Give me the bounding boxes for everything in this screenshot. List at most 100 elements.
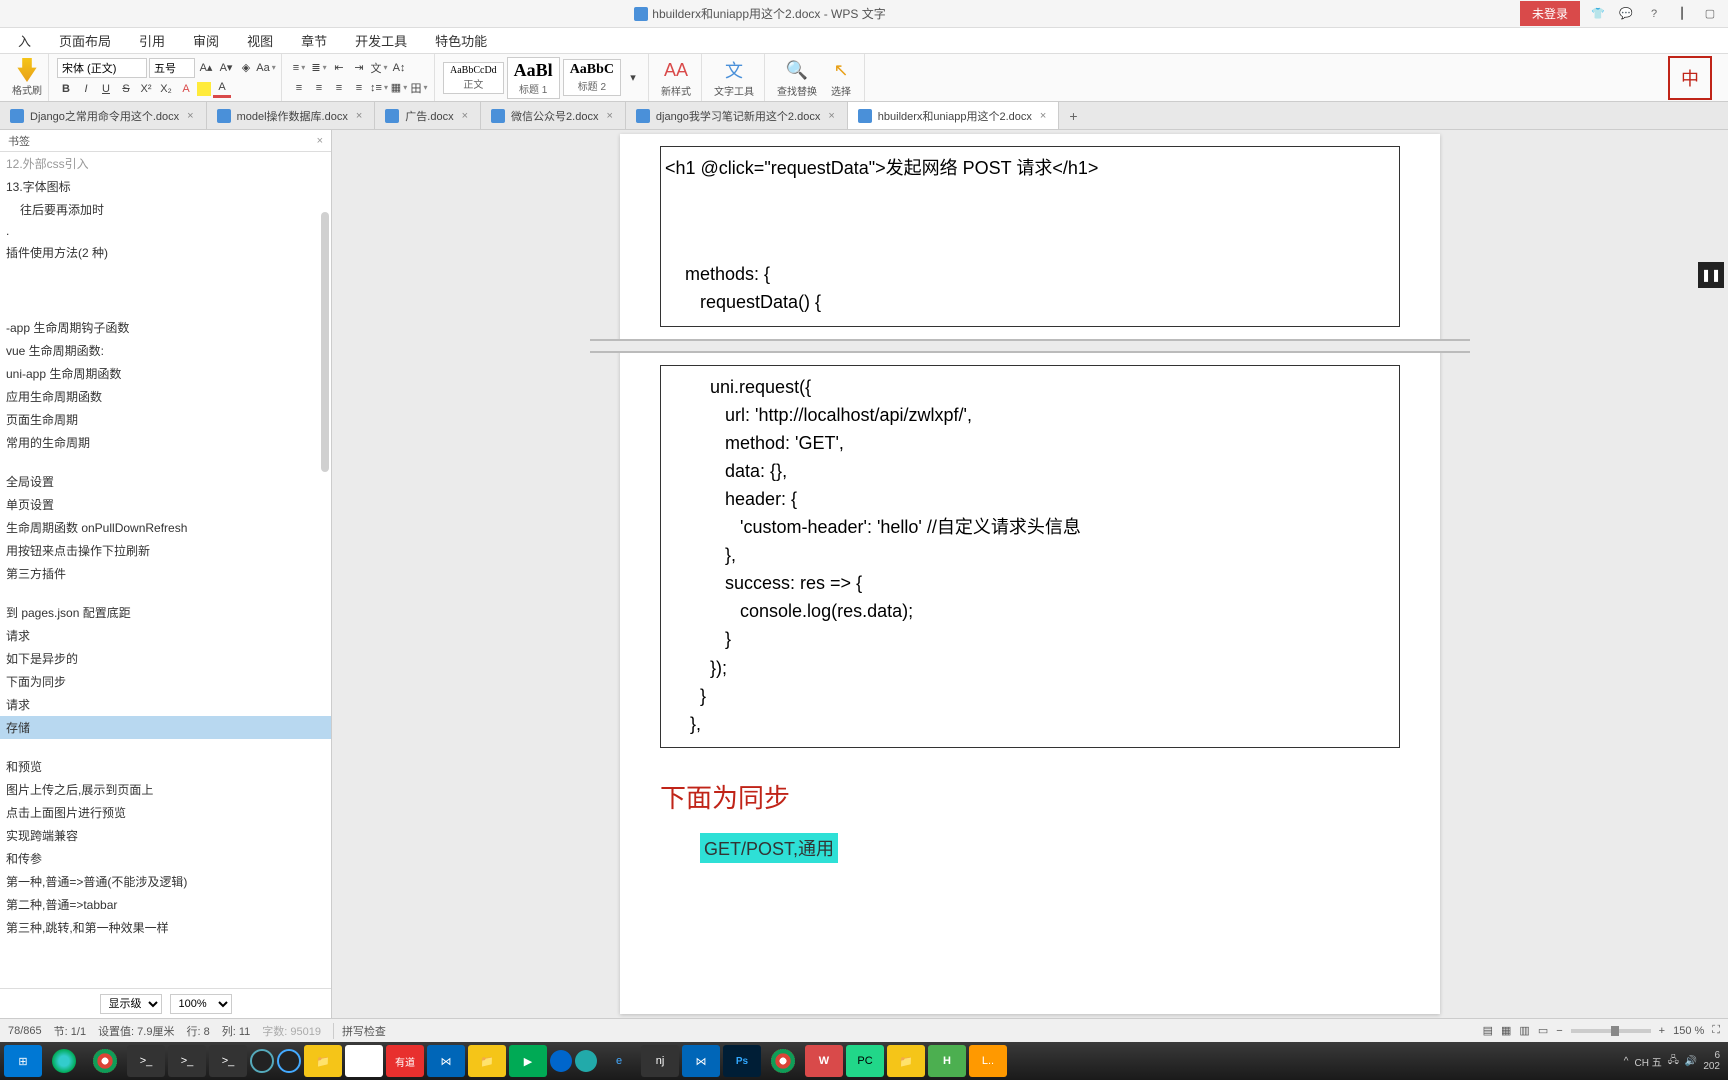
taskbar-wps-icon[interactable]: W — [805, 1045, 843, 1077]
underline-button[interactable]: U — [97, 80, 115, 98]
format-brush-button[interactable]: 格式刷 — [12, 58, 42, 97]
taskbar-app-icon[interactable] — [575, 1050, 597, 1072]
close-icon[interactable]: × — [460, 110, 470, 122]
outline-item[interactable]: 插件使用方法(2 种) — [0, 241, 331, 264]
change-case-button[interactable]: Aa▾ — [257, 59, 275, 77]
taskbar-app-icon[interactable] — [550, 1050, 572, 1072]
taskbar-vscode-icon[interactable]: ⋈ — [682, 1045, 720, 1077]
outline-item[interactable]: 生命周期函数 onPullDownRefresh — [0, 516, 331, 539]
zoom-level[interactable]: 150 % — [1673, 1025, 1704, 1037]
view-reading-icon[interactable]: ▭ — [1538, 1024, 1548, 1037]
taskbar-folder-icon[interactable]: 📁 — [468, 1045, 506, 1077]
taskbar-terminal-icon[interactable]: >_ — [127, 1045, 165, 1077]
bookmark-list[interactable]: 12.外部css引入 13.字体图标 往后要再添加时 . 插件使用方法(2 种)… — [0, 152, 331, 988]
taskbar-chrome-icon[interactable] — [771, 1049, 795, 1073]
font-color-button[interactable]: A — [213, 80, 231, 98]
font-family-select[interactable] — [57, 58, 147, 78]
outline-item[interactable]: 图片上传之后,展示到页面上 — [0, 778, 331, 801]
menu-insert[interactable]: 入 — [4, 31, 45, 50]
outline-item[interactable]: 如下是异步的 — [0, 647, 331, 670]
feedback-icon[interactable]: 💬 — [1616, 4, 1636, 24]
outline-item[interactable]: 第三方插件 — [0, 562, 331, 585]
taskbar-folder-icon[interactable]: 📁 — [887, 1045, 925, 1077]
line-spacing-button[interactable]: ↕≡▾ — [370, 79, 388, 97]
doc-tab-2[interactable]: model操作数据库.docx × — [207, 102, 376, 129]
pause-icon[interactable]: ❚❚ — [1698, 262, 1724, 288]
close-icon[interactable]: × — [1038, 110, 1048, 122]
bullet-list-button[interactable]: ≡▾ — [290, 59, 308, 77]
shrink-font-button[interactable]: A▾ — [217, 59, 235, 77]
maximize-icon[interactable]: ▢ — [1700, 4, 1720, 24]
level-select[interactable]: 显示级别 — [100, 994, 162, 1014]
menu-review[interactable]: 审阅 — [179, 31, 233, 50]
menu-section[interactable]: 章节 — [287, 31, 341, 50]
zoom-out-button[interactable]: − — [1556, 1025, 1562, 1037]
outline-item[interactable]: 12.外部css引入 — [0, 152, 331, 175]
text-direction-button[interactable]: 文▾ — [370, 59, 388, 77]
outline-item[interactable]: 第三种,跳转,和第一种效果一样 — [0, 916, 331, 939]
doc-tab-1[interactable]: Django之常用命令用这个.docx × — [0, 102, 207, 129]
view-outline-icon[interactable]: ▦ — [1501, 1024, 1511, 1037]
close-icon[interactable]: × — [826, 110, 836, 122]
doc-tab-5[interactable]: django我学习笔记新用这个2.docx × — [626, 102, 848, 129]
view-web-icon[interactable]: ▥ — [1519, 1024, 1529, 1037]
superscript-button[interactable]: X² — [137, 80, 155, 98]
outline-item[interactable]: 和预览 — [0, 755, 331, 778]
indent-decrease-button[interactable]: ⇤ — [330, 59, 348, 77]
grow-font-button[interactable]: A▴ — [197, 59, 215, 77]
tray-volume-icon[interactable]: 🔊 — [1685, 1056, 1697, 1067]
outline-item[interactable]: 第二种,普通=>tabbar — [0, 893, 331, 916]
taskbar-chrome-icon[interactable] — [93, 1049, 117, 1073]
taskbar-photoshop-icon[interactable]: Ps — [723, 1045, 761, 1077]
outline-item-selected[interactable]: 存储 — [0, 716, 331, 739]
style-heading2[interactable]: AaBbC 标题 2 — [563, 59, 621, 96]
outline-item[interactable]: 点击上面图片进行预览 — [0, 801, 331, 824]
taskbar-edge-icon[interactable] — [52, 1049, 76, 1073]
menu-view[interactable]: 视图 — [233, 31, 287, 50]
outline-item[interactable]: 应用生命周期函数 — [0, 385, 331, 408]
menu-devtools[interactable]: 开发工具 — [341, 31, 421, 50]
start-button[interactable]: ⊞ — [4, 1045, 42, 1077]
outline-item[interactable]: 第一种,普通=>普通(不能涉及逻辑) — [0, 870, 331, 893]
outline-item[interactable]: 实现跨端兼容 — [0, 824, 331, 847]
sidebar-zoom-select[interactable]: 100% — [170, 994, 232, 1014]
system-tray[interactable]: ^ CH 五 🖧 🔊 6 202 — [1624, 1050, 1724, 1072]
taskbar-store-icon[interactable]: 🛍 — [345, 1045, 383, 1077]
outline-item[interactable]: 全局设置 — [0, 470, 331, 493]
select-button[interactable]: ↖ 选择 — [824, 57, 858, 98]
status-chars[interactable]: 字数: 95019 — [262, 1023, 321, 1039]
fullscreen-icon[interactable]: ⛶ — [1712, 1024, 1720, 1037]
taskbar-hbuilder-icon[interactable]: H — [928, 1045, 966, 1077]
outline-item[interactable]: 页面生命周期 — [0, 408, 331, 431]
outline-item[interactable]: 到 pages.json 配置底距 — [0, 601, 331, 624]
italic-button[interactable]: I — [77, 80, 95, 98]
outline-item[interactable]: -app 生命周期钩子函数 — [0, 316, 331, 339]
clear-format-button[interactable]: ◈ — [237, 59, 255, 77]
outline-item[interactable]: 13.字体图标 — [0, 175, 331, 198]
text-tools-button[interactable]: 文 文字工具 — [710, 57, 758, 98]
skin-icon[interactable]: 👕 — [1588, 4, 1608, 24]
font-size-select[interactable] — [149, 58, 195, 78]
shading-button[interactable]: ▦▾ — [390, 79, 408, 97]
outline-item[interactable]: vue 生命周期函数: — [0, 339, 331, 362]
tray-up-icon[interactable]: ^ — [1624, 1056, 1629, 1067]
align-justify-button[interactable]: ≡ — [350, 79, 368, 97]
tray-ime[interactable]: CH 五 — [1634, 1054, 1661, 1069]
align-center-button[interactable]: ≡ — [310, 79, 328, 97]
close-icon[interactable]: × — [354, 110, 364, 122]
new-style-button[interactable]: AA 新样式 — [657, 57, 695, 98]
taskbar-ie-icon[interactable]: e — [600, 1045, 638, 1077]
indent-increase-button[interactable]: ⇥ — [350, 59, 368, 77]
style-more-button[interactable]: ▾ — [624, 69, 642, 87]
doc-tab-4[interactable]: 微信公众号2.docx × — [481, 102, 626, 129]
status-page[interactable]: 78/865 — [8, 1025, 42, 1037]
align-left-button[interactable]: ≡ — [290, 79, 308, 97]
status-spellcheck[interactable]: 拼写检查 — [333, 1023, 386, 1039]
sidebar-scrollbar[interactable] — [321, 212, 329, 472]
outline-item[interactable]: . — [0, 221, 331, 241]
doc-tab-6[interactable]: hbuilderx和uniapp用这个2.docx × — [848, 102, 1060, 129]
outline-item[interactable]: 常用的生命周期 — [0, 431, 331, 454]
border-button[interactable]: 田▾ — [410, 79, 428, 97]
document-area[interactable]: <h1 @click="requestData">发起网络 POST 请求</h… — [332, 130, 1728, 1018]
outline-item[interactable]: 请求 — [0, 624, 331, 647]
